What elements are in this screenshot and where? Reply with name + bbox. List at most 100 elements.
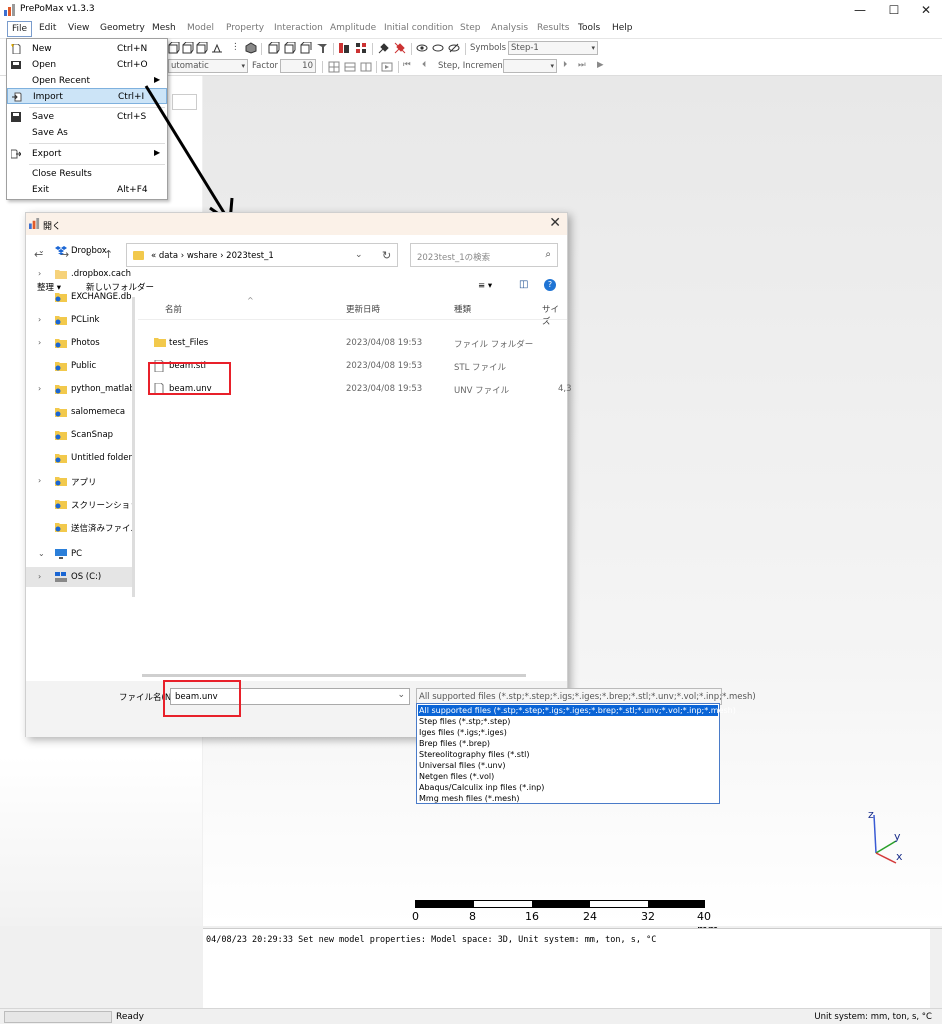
edges-icon[interactable] — [300, 42, 312, 54]
menu-geometry[interactable]: Geometry — [100, 23, 145, 33]
step-increment-select[interactable]: ▾ — [503, 59, 557, 73]
last-increment-icon[interactable]: ⏭ — [578, 60, 586, 70]
tree-item[interactable]: Untitled folder — [26, 448, 134, 468]
tree-item[interactable]: ⌄ PC — [26, 544, 134, 564]
tree-item[interactable]: salomemeca — [26, 402, 134, 422]
dialog-close-icon[interactable]: ✕ — [549, 215, 561, 231]
minimize-button[interactable]: — — [846, 2, 874, 18]
tree-item[interactable]: Public — [26, 356, 134, 376]
view-iso-icon[interactable] — [245, 42, 257, 54]
tree-item[interactable]: EXCHANGE.db — [26, 287, 134, 307]
file-type-option[interactable]: Abaqus/Calculix inp files (*.inp) — [418, 782, 718, 793]
file-type-option[interactable]: Brep files (*.brep) — [418, 738, 718, 749]
tree-item[interactable]: 送信済みファイル — [26, 517, 134, 537]
play-icon[interactable]: ▶ — [597, 60, 604, 70]
view-back-icon[interactable] — [182, 42, 194, 54]
view-options-icon[interactable]: ≡ ▾ — [478, 281, 492, 291]
column-date[interactable]: 更新日時 — [346, 303, 380, 315]
shaded-icon[interactable] — [268, 42, 280, 54]
file-type-option[interactable]: Netgen files (*.vol) — [418, 771, 718, 782]
file-row[interactable]: test_Files 2023/04/08 19:53 ファイル フォルダー — [138, 332, 567, 354]
menu-help[interactable]: Help — [612, 23, 633, 33]
previous-increment-icon[interactable]: ⏴ — [422, 60, 426, 70]
menu-step[interactable]: Step — [460, 23, 481, 33]
file-type-option[interactable]: Iges files (*.igs;*.iges) — [418, 727, 718, 738]
tree-item[interactable]: › python_matlab — [26, 379, 134, 399]
next-increment-icon[interactable]: ⏵ — [563, 60, 567, 70]
chevron-right-icon[interactable]: › — [38, 269, 41, 278]
chevron-down-icon[interactable]: ⌄ — [38, 549, 45, 558]
help-icon[interactable]: ? — [544, 279, 556, 291]
menu-results[interactable]: Results — [537, 23, 570, 33]
layout-icon[interactable] — [360, 61, 372, 73]
tree-item[interactable]: › アプリ — [26, 471, 134, 491]
address-bar[interactable]: « data › wshare › 2023test_1 ⌄ ↻ — [126, 243, 398, 267]
column-type[interactable]: 種類 — [454, 303, 471, 315]
menu-property[interactable]: Property — [226, 23, 264, 33]
chevron-down-icon[interactable]: ⌄ — [397, 690, 405, 700]
factor-input[interactable]: 10 — [280, 59, 316, 73]
toolbar-more-icon[interactable]: ⋮ — [231, 42, 240, 52]
pin-icon[interactable] — [378, 42, 390, 54]
color-scheme-icon[interactable] — [355, 42, 367, 54]
file-type-option[interactable]: Universal files (*.unv) — [418, 760, 718, 771]
file-type-option[interactable]: Step files (*.stp;*.step) — [418, 716, 718, 727]
chevron-right-icon[interactable]: › — [38, 338, 41, 347]
menu-file[interactable]: File — [7, 21, 33, 37]
menu-interaction[interactable]: Interaction — [274, 23, 323, 33]
menu-model[interactable]: Model — [187, 23, 214, 33]
wireframe-icon[interactable] — [284, 42, 296, 54]
hide-all-icon[interactable] — [448, 42, 460, 54]
menu-mesh[interactable]: Mesh — [152, 23, 176, 33]
menu-analysis[interactable]: Analysis — [491, 23, 528, 33]
log-scrollbar[interactable] — [930, 929, 942, 1009]
file-menu-new[interactable]: New Ctrl+N — [7, 41, 167, 57]
address-history-icon[interactable]: ⌄ — [355, 250, 363, 260]
view-front-icon[interactable] — [168, 42, 180, 54]
maximize-button[interactable]: ☐ — [880, 2, 908, 18]
menu-initial-condition[interactable]: Initial condition — [384, 23, 453, 33]
chevron-right-icon[interactable]: › — [38, 384, 41, 393]
chevron-right-icon[interactable]: › — [38, 315, 41, 324]
first-increment-icon[interactable]: ⏮ — [403, 60, 411, 70]
tree-item[interactable]: › .dropbox.cach — [26, 264, 134, 284]
unpin-icon[interactable] — [394, 42, 406, 54]
chevron-down-icon[interactable]: ⌄ — [38, 246, 45, 255]
menu-edit[interactable]: Edit — [39, 23, 56, 33]
file-menu-save-as-label: Save As — [32, 128, 68, 138]
section-icon[interactable] — [316, 42, 328, 54]
chevron-right-icon[interactable]: › — [38, 572, 41, 581]
tree-item[interactable]: ⌄ Dropbox — [26, 241, 134, 261]
chevron-right-icon[interactable]: › — [38, 476, 41, 485]
hide-icon[interactable] — [432, 42, 444, 54]
table-icon[interactable] — [344, 61, 356, 73]
file-menu-open[interactable]: Open Ctrl+O — [7, 57, 167, 73]
column-name[interactable]: 名前 — [165, 303, 182, 315]
file-list-scrollbar[interactable] — [142, 674, 526, 677]
grid-icon[interactable] — [328, 61, 340, 73]
show-icon[interactable] — [416, 42, 428, 54]
file-type-option[interactable]: Mmg mesh files (*.mesh) — [418, 793, 718, 804]
deformation-select[interactable]: utomatic ▾ — [168, 59, 248, 73]
view-bottom-icon[interactable] — [211, 42, 223, 54]
preview-pane-icon[interactable]: ◫ — [519, 279, 528, 290]
column-size[interactable]: サイズ — [542, 303, 567, 327]
menu-amplitude[interactable]: Amplitude — [330, 23, 376, 33]
file-type-option[interactable]: All supported files (*.stp;*.step;*.igs;… — [418, 705, 736, 716]
tree-scrollbar[interactable] — [132, 297, 135, 597]
menu-view[interactable]: View — [68, 23, 89, 33]
tree-item[interactable]: › PCLink — [26, 310, 134, 330]
menu-tools[interactable]: Tools — [578, 23, 600, 33]
file-type-option[interactable]: Stereolitography files (*.stl) — [418, 749, 718, 760]
symbols-step-select[interactable]: Step-1 ▾ — [508, 41, 598, 55]
tree-item[interactable]: スクリーンショット — [26, 494, 134, 514]
tree-item[interactable]: › OS (C:) — [26, 567, 134, 587]
refresh-icon[interactable]: ↻ — [382, 249, 391, 262]
animation-icon[interactable] — [381, 61, 393, 73]
tree-item[interactable]: ScanSnap — [26, 425, 134, 445]
query-icon[interactable] — [338, 42, 350, 54]
dialog-search-input[interactable]: 2023test_1の検索 ⌕ — [410, 243, 558, 267]
tree-item[interactable]: › Photos — [26, 333, 134, 353]
view-side-icon[interactable] — [196, 42, 208, 54]
close-window-button[interactable]: ✕ — [912, 2, 940, 18]
